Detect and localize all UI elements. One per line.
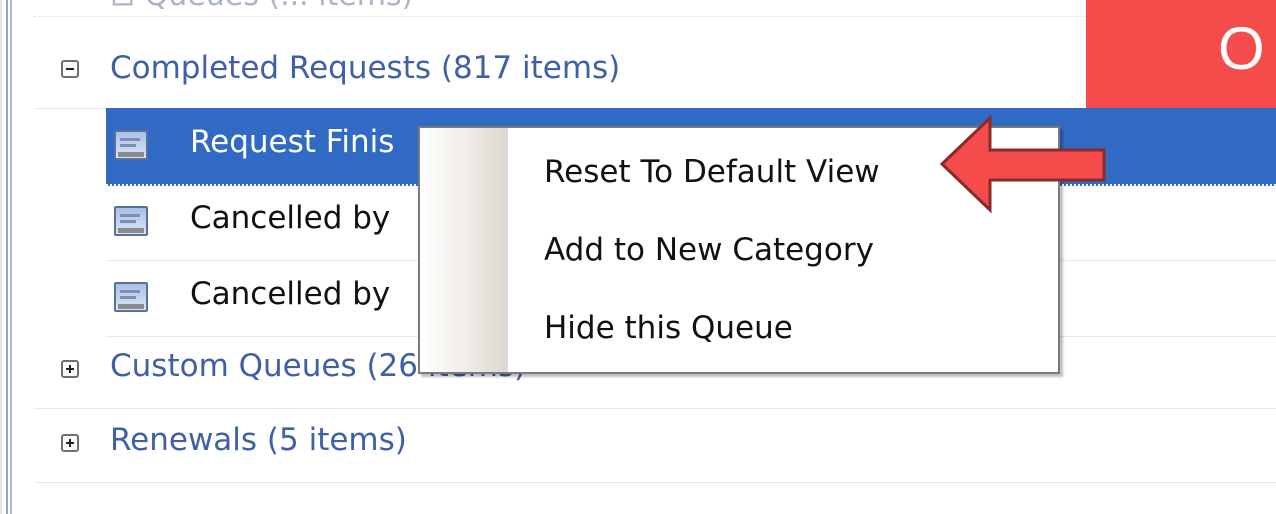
tree-item-label: Cancelled by bbox=[190, 276, 391, 312]
red-banner: O bbox=[1086, 0, 1276, 108]
menu-item-reset-default-view[interactable]: Reset To Default View bbox=[544, 154, 880, 190]
minus-box-icon[interactable] bbox=[61, 60, 79, 78]
tree-left-border bbox=[0, 0, 34, 514]
tree-group-label: Completed Requests (817 items) bbox=[110, 50, 621, 86]
plus-box-icon[interactable] bbox=[61, 360, 79, 378]
queue-list-icon bbox=[114, 206, 148, 236]
menu-item-hide-queue[interactable]: Hide this Queue bbox=[544, 310, 793, 346]
queue-list-icon bbox=[114, 130, 148, 160]
banner-text: O bbox=[1218, 15, 1265, 82]
plus-box-icon[interactable] bbox=[61, 434, 79, 452]
left-arrow-icon bbox=[939, 114, 1106, 214]
tree-group-label: Renewals (5 items) bbox=[110, 422, 407, 458]
queue-list-icon bbox=[114, 282, 148, 312]
menu-item-add-new-category[interactable]: Add to New Category bbox=[544, 232, 874, 268]
cut-off-row-label: ⊟ Queues (... items) bbox=[110, 0, 413, 13]
menu-icon-gutter bbox=[420, 128, 508, 372]
tree-item-label: Cancelled by bbox=[190, 200, 391, 236]
tree-item-label: Request Finis bbox=[190, 124, 395, 160]
tree-group-renewals[interactable]: Renewals (5 items) bbox=[34, 406, 1276, 483]
queue-tree-window: ⊟ Queues (... items) Completed Requests … bbox=[0, 0, 1276, 514]
